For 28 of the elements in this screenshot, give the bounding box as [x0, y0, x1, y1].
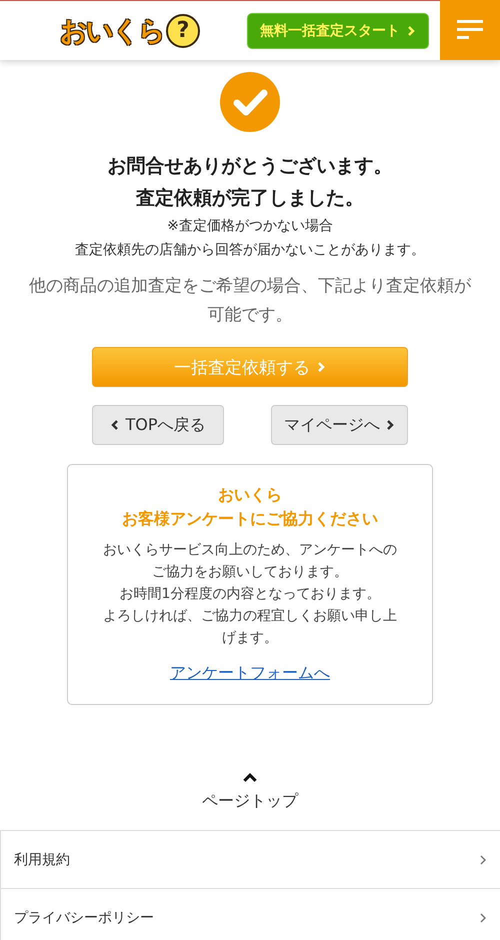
- chevron-right-icon: [316, 361, 326, 373]
- survey-text: お時間1分程度の内容となっております。: [120, 585, 380, 604]
- menu-button[interactable]: [440, 0, 500, 60]
- logo-mark: ?: [166, 14, 200, 48]
- note-text: 査定依頼先の店舗から回答が届かないことがあります。: [75, 241, 425, 260]
- back-button[interactable]: TOPへ戻る: [92, 405, 224, 445]
- chevron-right-icon: [385, 419, 395, 431]
- survey-title: お客様アンケートにご協力ください: [122, 508, 378, 530]
- survey-text: ご協力をお願いしております。: [152, 563, 348, 582]
- survey-text: よろしければ、ご協力の程宜しくお願い申し上げます。: [102, 607, 398, 648]
- footer-link[interactable]: 利用規約: [0, 831, 500, 889]
- chevron-right-icon: [478, 912, 488, 924]
- check-circle-icon: [220, 72, 280, 132]
- menu-icon: [457, 20, 483, 40]
- message-text: 他の商品の追加査定をご希望の場合、下記より査定依頼が可能です。: [28, 275, 472, 327]
- survey-link[interactable]: アンケートフォームへ: [170, 663, 330, 684]
- note-text: ※査定価格がつかない場合: [167, 217, 333, 236]
- page-top-link[interactable]: ページトップ: [202, 791, 298, 812]
- survey-text: おいくらサービス向上のため、アンケートへの: [103, 541, 397, 560]
- chevron-right-icon: [478, 854, 488, 866]
- logo-text: おいくら: [60, 14, 164, 48]
- footer-link[interactable]: プライバシーポリシー: [0, 889, 500, 940]
- survey-title: おいくら: [218, 484, 282, 506]
- chevron-left-icon: [110, 419, 120, 431]
- forward-button[interactable]: マイページへ: [271, 405, 408, 445]
- chevron-right-icon: [406, 24, 416, 36]
- completion-title: お問合せありがとうございます。: [108, 154, 392, 179]
- completion-title: 査定依頼が完了しました。: [136, 186, 364, 211]
